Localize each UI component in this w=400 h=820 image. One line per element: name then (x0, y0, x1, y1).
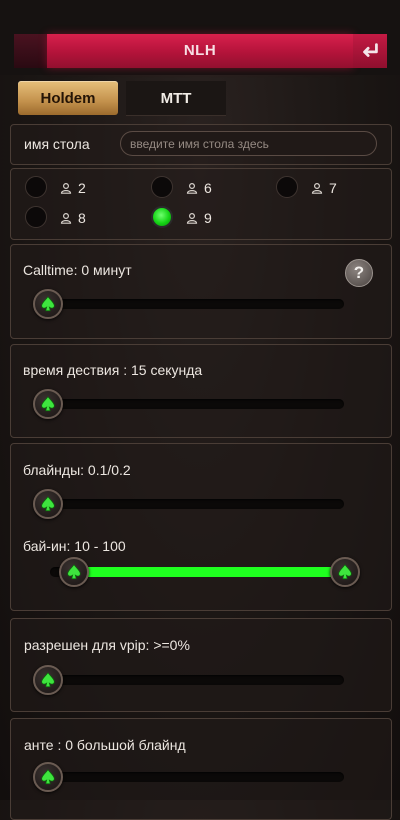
vpip-label: разрешен для vpip: >=0% (24, 637, 190, 653)
spade-icon (41, 496, 55, 512)
seats-panel (10, 168, 392, 240)
spade-icon (41, 396, 55, 412)
buyin-min-handle[interactable] (59, 557, 89, 587)
seat-option-2: 2 (60, 180, 86, 196)
person-icon (60, 182, 72, 194)
page-title: NLH (183, 42, 217, 59)
person-icon (311, 182, 323, 194)
seat-count-label: 2 (78, 180, 86, 196)
calltime-label: Calltime: 0 минут (23, 262, 132, 278)
action-time-panel (10, 344, 392, 438)
seat-count-label: 7 (329, 180, 337, 196)
blinds-slider-handle[interactable] (33, 489, 63, 519)
person-icon (60, 212, 72, 224)
spade-icon (338, 564, 352, 580)
calltime-slider-handle[interactable] (33, 289, 63, 319)
action-time-label: время дествия : 15 секунда (23, 362, 203, 378)
tab-mtt[interactable]: MTT (126, 81, 226, 116)
seat-count-label: 9 (204, 210, 212, 226)
spade-icon (41, 769, 55, 785)
seat-option-8: 8 (60, 210, 86, 226)
blinds-label: блайнды: 0.1/0.2 (23, 462, 131, 478)
spade-icon (67, 564, 81, 580)
back-button[interactable] (353, 34, 387, 68)
table-name-input[interactable] (120, 131, 377, 156)
ante-label: анте : 0 большой блайнд (24, 737, 186, 753)
table-name-label: имя стола (24, 136, 90, 152)
buyin-max-handle[interactable] (330, 557, 360, 587)
action-time-slider-track[interactable] (38, 399, 344, 409)
help-button[interactable]: ? (345, 259, 373, 287)
vpip-panel (10, 618, 392, 712)
seat-count-label: 6 (204, 180, 212, 196)
person-icon (186, 182, 198, 194)
vpip-slider-track[interactable] (38, 675, 344, 685)
buyin-label: бай-ин: 10 - 100 (23, 538, 126, 554)
ante-slider-handle[interactable] (33, 762, 63, 792)
help-icon: ? (353, 263, 365, 282)
seat-option-9: 9 (186, 210, 212, 226)
blinds-slider-track[interactable] (38, 499, 344, 509)
ante-slider-track[interactable] (38, 772, 344, 782)
seat-option-6: 6 (186, 180, 212, 196)
spade-icon (41, 672, 55, 688)
header-banner: NLH (47, 34, 353, 68)
header-left-cap (14, 34, 47, 68)
seat-count-label: 8 (78, 210, 86, 226)
seat-option-7: 7 (311, 180, 337, 196)
vpip-slider-handle[interactable] (33, 665, 63, 695)
seat-radio-2[interactable] (25, 176, 47, 198)
ante-panel (10, 718, 392, 820)
action-time-slider-handle[interactable] (33, 389, 63, 419)
tab-holdem[interactable]: Holdem (18, 81, 118, 115)
seat-radio-7[interactable] (276, 176, 298, 198)
seat-radio-6[interactable] (151, 176, 173, 198)
return-arrow-icon (363, 43, 378, 57)
calltime-panel (10, 244, 392, 339)
calltime-slider-track[interactable] (38, 299, 344, 309)
spade-icon (41, 296, 55, 312)
seat-radio-8[interactable] (25, 206, 47, 228)
seat-radio-9[interactable] (151, 206, 173, 228)
person-icon (186, 212, 198, 224)
buyin-slider-range-fill (70, 567, 340, 577)
